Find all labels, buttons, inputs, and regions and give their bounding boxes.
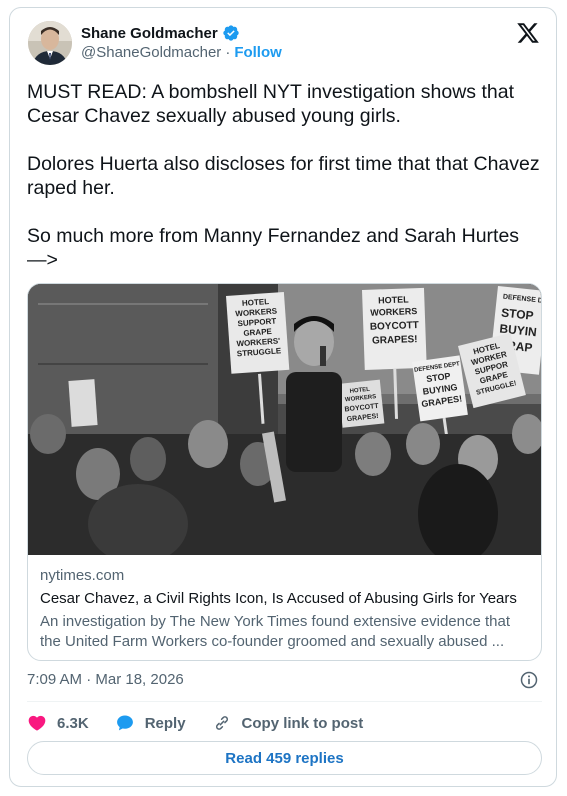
follow-button[interactable]: Follow bbox=[234, 44, 282, 61]
sign-text: HOTEL bbox=[242, 297, 270, 308]
reply-bubble-icon bbox=[116, 715, 133, 731]
divider bbox=[27, 701, 542, 702]
copy-link-button[interactable]: Copy link to post bbox=[212, 713, 364, 733]
verified-badge-icon bbox=[222, 24, 240, 42]
link-icon bbox=[215, 716, 228, 730]
tweet-paragraph: Dolores Huerta also discloses for first … bbox=[27, 153, 540, 199]
reply-button[interactable]: Reply bbox=[115, 713, 186, 733]
read-replies-button[interactable]: Read 459 replies bbox=[27, 741, 542, 775]
link-domain: nytimes.com bbox=[40, 567, 125, 584]
copy-link-label: Copy link to post bbox=[241, 714, 364, 732]
link-title: Cesar Chavez, a Civil Rights Icon, Is Ac… bbox=[40, 590, 517, 607]
tweet-card: Shane Goldmacher @ShaneGoldmacher · Foll… bbox=[9, 7, 557, 787]
avatar[interactable] bbox=[28, 21, 72, 65]
sign-text: HOTEL bbox=[378, 294, 409, 305]
info-icon[interactable] bbox=[519, 670, 539, 690]
action-bar: 6.3K Reply Copy link to post bbox=[27, 711, 389, 735]
link-description-line: An investigation by The New York Times f… bbox=[40, 613, 511, 630]
article-photo: HOTEL WORKERS SUPPORT GRAPE WORKERS' STR… bbox=[28, 284, 541, 564]
like-count: 6.3K bbox=[57, 714, 89, 732]
sign-text: WORKERS bbox=[370, 306, 417, 318]
like-button[interactable]: 6.3K bbox=[27, 713, 89, 733]
link-description-line: the United Farm Workers co-founder groom… bbox=[40, 633, 505, 650]
link-preview-card[interactable]: HOTEL WORKERS SUPPORT GRAPE WORKERS' STR… bbox=[27, 283, 542, 661]
reply-label: Reply bbox=[144, 714, 186, 732]
x-logo-icon[interactable] bbox=[516, 21, 540, 45]
author-name[interactable]: Shane Goldmacher bbox=[81, 25, 218, 42]
author-handle[interactable]: @ShaneGoldmacher bbox=[81, 44, 221, 61]
tweet-timestamp[interactable]: 7:09 AM · Mar 18, 2026 bbox=[27, 671, 184, 688]
sign-text: GRAPES! bbox=[372, 334, 418, 347]
tweet-paragraph: MUST READ: A bombshell NYT investigation… bbox=[27, 81, 514, 127]
link-description: An investigation by The New York Times f… bbox=[40, 612, 532, 652]
tweet-text: MUST READ: A bombshell NYT investigation… bbox=[27, 80, 542, 296]
sign-text: BOYCOTT bbox=[370, 320, 419, 333]
heart-icon bbox=[28, 715, 46, 731]
handle-row: @ShaneGoldmacher · Follow bbox=[81, 44, 282, 61]
tweet-paragraph: So much more from Manny Fernandez and Sa… bbox=[27, 225, 520, 271]
separator-dot: · bbox=[225, 44, 231, 61]
author-name-row: Shane Goldmacher bbox=[81, 24, 240, 42]
